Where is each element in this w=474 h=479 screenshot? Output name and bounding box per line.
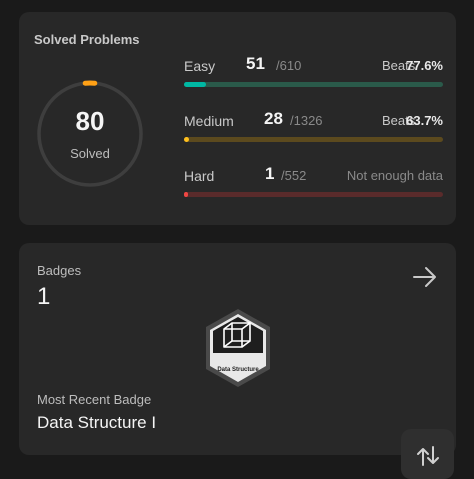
- beats-value: 63.7%: [406, 113, 443, 128]
- difficulty-total: /552: [281, 168, 306, 183]
- solved-count-label: Solved: [34, 146, 146, 161]
- badges-count: 1: [37, 283, 50, 311]
- difficulty-total: /1326: [290, 113, 323, 128]
- swap-button[interactable]: [401, 429, 454, 479]
- most-recent-badge-name[interactable]: Data Structure I: [37, 413, 156, 433]
- swap-arrows-icon: [415, 443, 441, 469]
- difficulty-row-medium: Medium 28 /1326 Beats 63.7%: [184, 105, 443, 145]
- difficulty-row-hard: Hard 1 /552 Not enough data: [184, 160, 443, 200]
- not-enough-data-note: Not enough data: [347, 168, 443, 183]
- solved-count: 80: [34, 106, 146, 137]
- badges-label: Badges: [37, 263, 81, 278]
- arrow-right-icon[interactable]: [411, 263, 439, 291]
- hard-progress-fill: [184, 192, 188, 197]
- difficulty-count: 1: [265, 164, 274, 184]
- most-recent-badge-label: Most Recent Badge: [37, 392, 151, 407]
- difficulty-name: Easy: [184, 58, 215, 74]
- difficulty-count: 51: [246, 54, 265, 74]
- data-structure-badge-image[interactable]: [202, 307, 274, 391]
- beats-value: 77.6%: [406, 58, 443, 73]
- hard-progress-track: [184, 192, 443, 197]
- solved-problems-title: Solved Problems: [34, 32, 139, 47]
- easy-progress-fill: [184, 82, 206, 87]
- solved-problems-card: Solved Problems 80 Solved Easy 51 /610 B…: [19, 12, 456, 225]
- solved-progress-ring: 80 Solved: [34, 78, 146, 190]
- difficulty-count: 28: [264, 109, 283, 129]
- difficulty-total: /610: [276, 58, 301, 73]
- badge-image-text: Data Structure: [202, 367, 274, 373]
- medium-progress-track: [184, 137, 443, 142]
- difficulty-row-easy: Easy 51 /610 Beats 77.6%: [184, 50, 443, 90]
- difficulty-name: Medium: [184, 113, 234, 129]
- difficulty-name: Hard: [184, 168, 214, 184]
- easy-progress-track: [184, 82, 443, 87]
- medium-progress-fill: [184, 137, 189, 142]
- badges-card[interactable]: Badges 1 Data Structure Most Recent Badg…: [19, 243, 456, 455]
